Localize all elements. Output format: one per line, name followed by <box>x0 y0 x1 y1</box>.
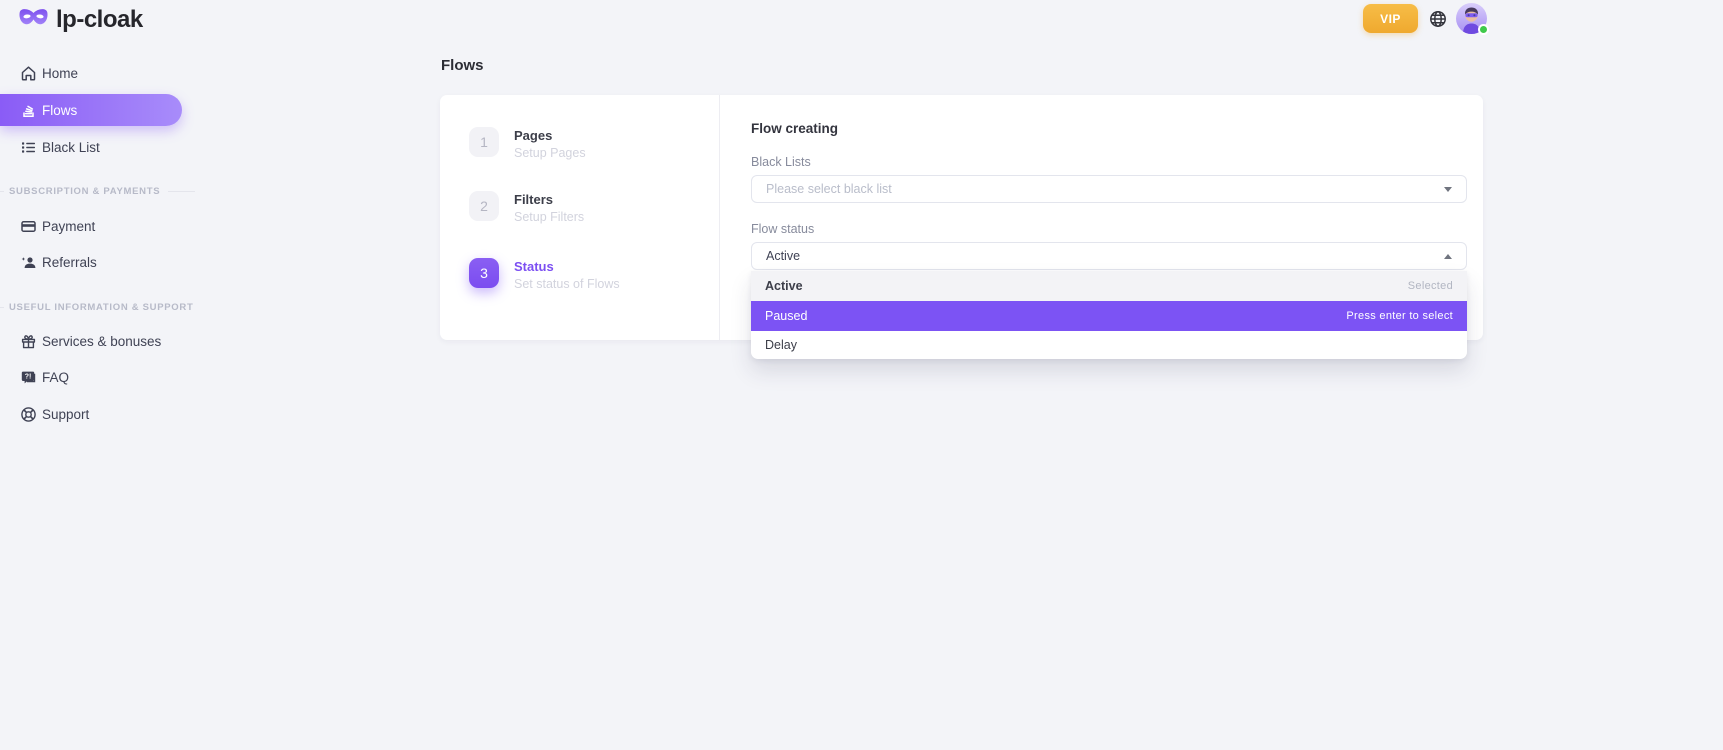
flow-status-dropdown: Active Selected Paused Press enter to se… <box>751 271 1467 359</box>
step-subtitle: Set status of Flows <box>514 277 620 291</box>
sidebar-item-label: Payment <box>42 219 95 234</box>
black-lists-label: Black Lists <box>751 155 1467 169</box>
sidebar-item-flows[interactable]: Flows <box>0 94 182 126</box>
chevron-down-icon <box>1444 187 1452 192</box>
app-logo[interactable]: lp-cloak <box>18 6 143 34</box>
step-title: Status <box>514 259 620 274</box>
sidebar-item-faq[interactable]: ?! FAQ <box>0 362 200 392</box>
flow-creating-card: 1 Pages Setup Pages 2 Filters Setup Filt… <box>440 95 1483 340</box>
black-lists-select[interactable]: Please select black list <box>751 175 1467 203</box>
sidebar-item-black-list[interactable]: Black List <box>0 132 200 162</box>
step-title: Filters <box>514 192 584 207</box>
sidebar-item-label: Home <box>42 66 78 81</box>
step-subtitle: Setup Filters <box>514 210 584 224</box>
gift-icon <box>20 333 37 350</box>
option-hint: Press enter to select <box>1346 310 1453 322</box>
flow-status-select[interactable]: Active <box>751 242 1467 270</box>
option-delay[interactable]: Delay <box>751 331 1467 359</box>
option-active[interactable]: Active Selected <box>751 271 1467 301</box>
sidebar: Home Flows Black List <box>0 58 200 435</box>
sidebar-item-support[interactable]: Support <box>0 399 200 429</box>
black-lists-placeholder: Please select black list <box>766 182 892 196</box>
person-add-icon <box>20 254 37 271</box>
lifebuoy-icon <box>20 406 37 423</box>
step-number-badge: 1 <box>469 127 499 157</box>
flow-status-value: Active <box>766 249 800 263</box>
sidebar-item-services[interactable]: Services & bonuses <box>0 326 200 356</box>
step-number-badge: 3 <box>469 258 499 288</box>
step-pages[interactable]: 1 Pages Setup Pages <box>469 127 719 160</box>
globe-icon[interactable] <box>1429 10 1447 28</box>
faq-bubble-icon: ?! <box>20 369 37 386</box>
sidebar-section-subscription: SUBSCRIPTION & PAYMENTS <box>0 186 200 197</box>
home-icon <box>20 65 37 82</box>
svg-text:?!: ?! <box>25 373 32 380</box>
flow-status-label: Flow status <box>751 222 1467 236</box>
option-paused[interactable]: Paused Press enter to select <box>751 301 1467 331</box>
option-label: Delay <box>765 338 797 352</box>
option-hint: Selected <box>1408 280 1453 292</box>
vip-button[interactable]: VIP <box>1363 4 1418 33</box>
credit-card-icon <box>20 218 37 235</box>
step-subtitle: Setup Pages <box>514 146 586 160</box>
sidebar-item-referrals[interactable]: Referrals <box>0 247 200 277</box>
online-status-dot <box>1478 24 1489 35</box>
steps-pane: 1 Pages Setup Pages 2 Filters Setup Filt… <box>440 95 720 340</box>
step-filters[interactable]: 2 Filters Setup Filters <box>469 191 719 224</box>
header-controls: VIP <box>1363 3 1487 34</box>
sidebar-item-home[interactable]: Home <box>0 58 200 88</box>
flows-stack-icon <box>20 102 37 119</box>
sidebar-section-support: USEFUL INFORMATION & SUPPORT <box>0 302 200 313</box>
app-title: lp-cloak <box>56 6 143 34</box>
sidebar-item-label: Support <box>42 407 89 422</box>
sidebar-item-label: Referrals <box>42 255 97 270</box>
option-label: Active <box>765 279 803 293</box>
sidebar-item-label: Flows <box>42 103 77 118</box>
chevron-up-icon <box>1444 254 1452 259</box>
page-title: Flows <box>441 57 484 74</box>
flow-creating-form: Flow creating Black Lists Please select … <box>720 95 1483 340</box>
step-number-badge: 2 <box>469 191 499 221</box>
step-title: Pages <box>514 128 586 143</box>
option-label: Paused <box>765 309 807 323</box>
sidebar-item-label: Services & bonuses <box>42 334 161 349</box>
sidebar-item-payment[interactable]: Payment <box>0 211 200 241</box>
mask-icon <box>18 6 49 34</box>
sidebar-item-label: Black List <box>42 140 100 155</box>
avatar[interactable] <box>1456 3 1487 34</box>
sidebar-item-label: FAQ <box>42 370 69 385</box>
form-title: Flow creating <box>751 121 1467 136</box>
step-status[interactable]: 3 Status Set status of Flows <box>469 258 719 291</box>
list-icon <box>20 139 37 156</box>
